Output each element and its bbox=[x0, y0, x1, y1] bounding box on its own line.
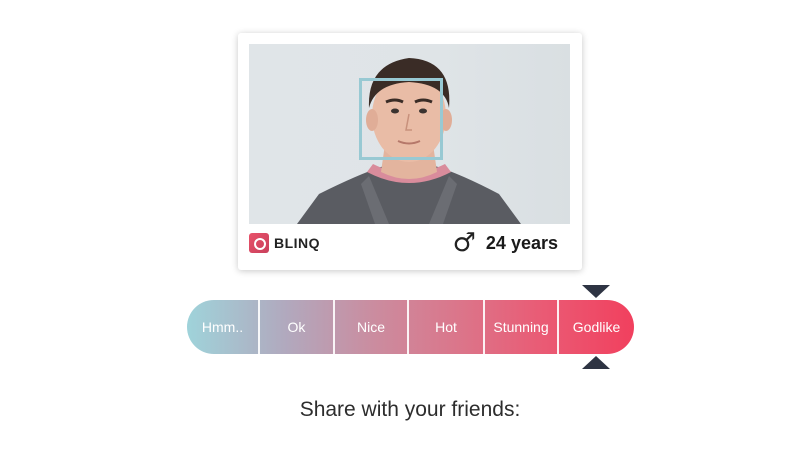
rating-option-stunning[interactable]: Stunning bbox=[485, 300, 559, 354]
share-heading: Share with your friends: bbox=[299, 398, 521, 421]
photo-card: BLINQ ♂ 24 years bbox=[238, 33, 582, 270]
male-icon: ♂ bbox=[452, 228, 476, 258]
age-label: 24 years bbox=[485, 232, 558, 253]
rating-option-hmm[interactable]: Hmm.. bbox=[187, 300, 260, 354]
card-footer: BLINQ ♂ 24 years bbox=[249, 229, 570, 259]
brand-logo: BLINQ bbox=[249, 233, 320, 253]
rating-option-nice[interactable]: Nice bbox=[335, 300, 409, 354]
age-info: ♂ 24 years bbox=[452, 228, 558, 258]
selection-marker-bottom-icon bbox=[582, 356, 610, 369]
blinq-logo-icon bbox=[249, 233, 269, 253]
rating-option-hot[interactable]: Hot bbox=[409, 300, 485, 354]
face-detection-box bbox=[359, 78, 443, 160]
rating-bar: Hmm.. Ok Nice Hot Stunning Godlike bbox=[187, 300, 634, 354]
rating-option-godlike[interactable]: Godlike bbox=[559, 300, 634, 354]
rating-option-ok[interactable]: Ok bbox=[260, 300, 335, 354]
brand-name: BLINQ bbox=[274, 235, 321, 251]
selection-marker-top-icon bbox=[582, 285, 610, 298]
profile-photo bbox=[249, 44, 570, 224]
